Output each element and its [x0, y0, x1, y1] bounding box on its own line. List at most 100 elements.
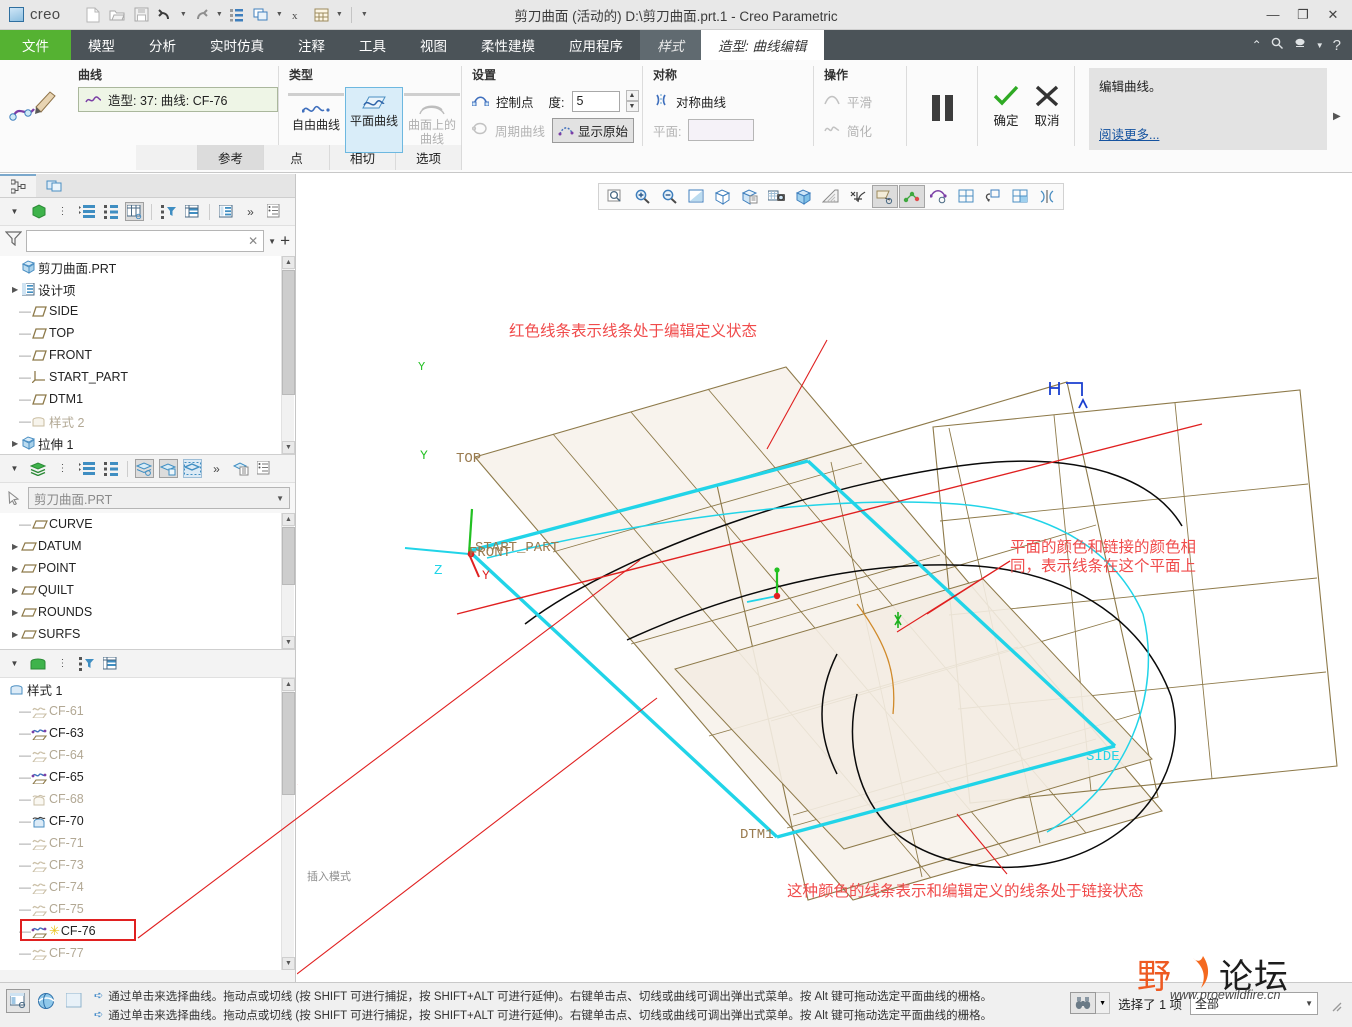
- layer-row-point[interactable]: ▶ POINT: [0, 557, 295, 579]
- symmetry-plane-field[interactable]: [688, 119, 755, 141]
- style-settings-icon[interactable]: [101, 654, 120, 673]
- window-dropdown-icon[interactable]: ▼: [274, 11, 284, 18]
- dashboard-tab-references[interactable]: 参考: [198, 145, 264, 170]
- binoculars-icon[interactable]: [1070, 992, 1097, 1014]
- tree-settings-icon[interactable]: [183, 202, 202, 221]
- search-selection-control[interactable]: ▼: [1070, 991, 1111, 1015]
- maximize-button[interactable]: ❐: [1288, 1, 1318, 29]
- style-tree-root[interactable]: 样式 1: [0, 678, 295, 700]
- style-row-cf65[interactable]: — CF-65: [0, 766, 295, 788]
- account-dropdown-icon[interactable]: ▼: [1316, 41, 1324, 50]
- tree-expander[interactable]: ▶: [6, 439, 19, 448]
- search-icon[interactable]: [1271, 37, 1284, 53]
- tree-notes-icon[interactable]: [265, 202, 284, 221]
- style-row-cf68[interactable]: — CF-68: [0, 788, 295, 810]
- tree-node-extrude1[interactable]: ▶ 拉伸 1: [0, 432, 295, 454]
- degree-input[interactable]: 5: [571, 90, 620, 112]
- browser-toggle-icon[interactable]: [6, 989, 30, 1013]
- type-free-curve-button[interactable]: 自由曲线: [287, 87, 345, 153]
- calculator-dropdown-icon[interactable]: ▼: [334, 11, 344, 18]
- filter-dropdown-icon[interactable]: ▼: [268, 237, 276, 246]
- scroll-thumb[interactable]: [282, 692, 295, 795]
- cancel-button[interactable]: 取消: [1034, 84, 1060, 129]
- tab-style-curve-edit[interactable]: 造型: 曲线编辑: [701, 30, 824, 60]
- open-file-button[interactable]: [106, 4, 128, 26]
- tree-node-design-items[interactable]: ▶ 设计项: [0, 278, 295, 300]
- undo-button[interactable]: [154, 4, 176, 26]
- tab-model[interactable]: 模型: [71, 30, 132, 60]
- tree-node-front[interactable]: — FRONT: [0, 344, 295, 366]
- tree-node-start-part[interactable]: — START_PART: [0, 366, 295, 388]
- tree-node-part[interactable]: 剪刀曲面.PRT: [0, 256, 295, 278]
- help-panel-expand-icon[interactable]: ▶: [1333, 111, 1341, 122]
- tree-more-icon[interactable]: »: [241, 202, 260, 221]
- scroll-up-icon[interactable]: ▲: [282, 678, 295, 691]
- scroll-up-icon[interactable]: ▲: [282, 513, 295, 526]
- tab-style[interactable]: 样式: [640, 30, 701, 60]
- style-dropdown-icon[interactable]: ▼: [5, 654, 24, 673]
- close-button[interactable]: ✕: [1318, 1, 1348, 29]
- style-row-cf61[interactable]: — CF-61: [0, 700, 295, 722]
- redo-dropdown-icon[interactable]: ▼: [214, 11, 224, 18]
- layer-isolate-icon[interactable]: [159, 459, 178, 478]
- style-tree-scrollbar[interactable]: ▲ ▼: [281, 678, 295, 970]
- spin-icon[interactable]: [34, 989, 58, 1013]
- layer-row-surfs[interactable]: ▶ SURFS: [0, 623, 295, 645]
- layer-expand-icon[interactable]: [77, 459, 96, 478]
- tree-node-style2[interactable]: — 样式 2: [0, 410, 295, 432]
- help-panel-link[interactable]: 阅读更多...: [1099, 124, 1159, 143]
- qat-customize-icon[interactable]: ▼: [359, 11, 369, 18]
- collapse-all-icon[interactable]: [101, 202, 120, 221]
- new-file-button[interactable]: [82, 4, 104, 26]
- regenerate-button[interactable]: [226, 4, 248, 26]
- symmetric-curve-label[interactable]: 对称曲线: [676, 92, 726, 111]
- tab-tools[interactable]: 工具: [342, 30, 403, 60]
- style-row-cf74[interactable]: — CF-74: [0, 876, 295, 898]
- scroll-thumb[interactable]: [282, 527, 295, 585]
- layer-expander[interactable]: ▶: [6, 564, 19, 573]
- tree-expander[interactable]: ▶: [6, 285, 19, 294]
- window-icon[interactable]: [62, 989, 86, 1013]
- add-filter-icon[interactable]: +: [280, 232, 290, 249]
- window-button[interactable]: [250, 4, 272, 26]
- undo-dropdown-icon[interactable]: ▼: [178, 11, 188, 18]
- layer-tree-scrollbar[interactable]: ▲ ▼: [281, 513, 295, 649]
- sidebar-tab-model-tree[interactable]: [0, 174, 36, 197]
- layer-row-curve[interactable]: — CURVE: [0, 513, 295, 535]
- tree-node-side[interactable]: — SIDE: [0, 300, 295, 322]
- show-original-toggle[interactable]: 显示原始: [552, 117, 635, 143]
- style-row-cf76[interactable]: — ✳ CF-76: [0, 919, 295, 942]
- model-tree[interactable]: 剪刀曲面.PRT ▶ 设计项 — SIDE — TOP — FRONT — ST…: [0, 256, 295, 454]
- scroll-up-icon[interactable]: ▲: [282, 256, 295, 269]
- layer-expander[interactable]: ▶: [6, 630, 19, 639]
- style-row-cf77[interactable]: — CF-77: [0, 942, 295, 964]
- style-overflow-icon[interactable]: ⋮: [53, 654, 72, 673]
- style-row-cf71[interactable]: — CF-71: [0, 832, 295, 854]
- selection-filter-select[interactable]: 全部 ▼: [1190, 991, 1318, 1015]
- scroll-down-icon[interactable]: ▼: [282, 441, 295, 454]
- layer-notes-icon[interactable]: [255, 459, 274, 478]
- resize-grip[interactable]: [1330, 999, 1342, 1012]
- layer-model-combo[interactable]: 剪刀曲面.PRT ▼: [28, 487, 290, 509]
- degree-spinner-down[interactable]: ▼: [625, 101, 639, 112]
- layer-show-icon[interactable]: [135, 459, 154, 478]
- tree-display-icon[interactable]: [217, 202, 236, 221]
- style-row-cf73[interactable]: — CF-73: [0, 854, 295, 876]
- tab-file[interactable]: 文件: [0, 30, 71, 60]
- style-row-cf63[interactable]: — CF-63: [0, 722, 295, 744]
- clear-search-icon[interactable]: ✕: [248, 234, 258, 248]
- tab-live-simulation[interactable]: 实时仿真: [193, 30, 281, 60]
- collapse-chevron-icon[interactable]: ⌃: [1252, 38, 1262, 52]
- pause-button[interactable]: [907, 60, 977, 156]
- style-tree[interactable]: 样式 1 — CF-61 — CF-63 — CF-64 — CF-65 — C…: [0, 678, 295, 970]
- ok-button[interactable]: 确定: [992, 84, 1020, 129]
- cad-model-graphics[interactable]: Y TOP START_PART FRONT DTM1 SIDE Z Y Y: [297, 174, 1352, 982]
- tree-node-top[interactable]: — TOP: [0, 322, 295, 344]
- layer-row-datum[interactable]: ▶ DATUM: [0, 535, 295, 557]
- tree-columns-icon[interactable]: [125, 202, 144, 221]
- save-button[interactable]: [130, 4, 152, 26]
- sidebar-tab-layers[interactable]: [36, 174, 72, 197]
- tree-filter-icon[interactable]: [159, 202, 178, 221]
- style-row-cf70[interactable]: — CF-70: [0, 810, 295, 832]
- layer-select-icon[interactable]: [183, 459, 202, 478]
